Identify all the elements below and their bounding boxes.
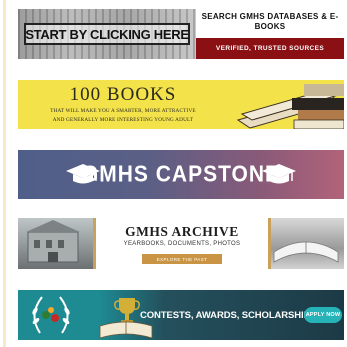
books-subtitle-line-1: THAT WILL MAKE YOU A SMARTER, MORE ATTRA… [50,108,196,114]
books-subtitle: THAT WILL MAKE YOU A SMARTER, MORE ATTRA… [18,107,228,125]
books-title: 100 BOOKS [69,84,177,105]
verified-sources-tagline: VERIFIED, TRUSTED SOURCES [196,38,344,59]
databases-info-panel: SEARCH GMHS DATABASES & E-BOOKS VERIFIED… [196,9,344,59]
archive-title: GMHS ARCHIVE [125,224,239,239]
databases-title: SEARCH GMHS DATABASES & E-BOOKS [201,12,339,31]
archive-banner-link[interactable]: GMHS ARCHIVE YEARBOOKS, DOCUMENTS, PHOTO… [18,218,344,269]
school-building-photo [18,218,96,269]
books-subtitle-line-2: AND GENERALLY MORE INTERESTING YOUNG ADU… [52,117,194,123]
page-edge-rail [3,0,6,347]
start-here-label: START BY CLICKING HERE [24,23,190,45]
databases-banner-link[interactable]: START BY CLICKING HERE SEARCH GMHS DATAB… [18,9,344,59]
apply-now-button[interactable]: APPLY NOW [304,307,342,323]
graduation-cap-icon [262,164,296,184]
open-book-photo [268,218,344,269]
contests-banner-link[interactable]: CONTESTS, AWARDS, SCHOLARSHIPS APPLY NOW [18,290,344,340]
archive-subtitle: YEARBOOKS, DOCUMENTS, PHOTOS [123,241,241,247]
books-banner-link[interactable]: 100 BOOKS THAT WILL MAKE YOU A SMARTER, … [18,80,344,129]
explore-the-past-button[interactable]: EXPLORE THE PAST [142,254,222,264]
capstone-banner-link[interactable]: GMHS CAPSTONE [18,150,344,199]
stacked-books-icon [236,84,344,129]
laurel-wreath-icon [32,296,70,334]
open-book-icon [99,321,153,339]
contests-title: CONTESTS, AWARDS, SCHOLARSHIPS [139,309,317,321]
